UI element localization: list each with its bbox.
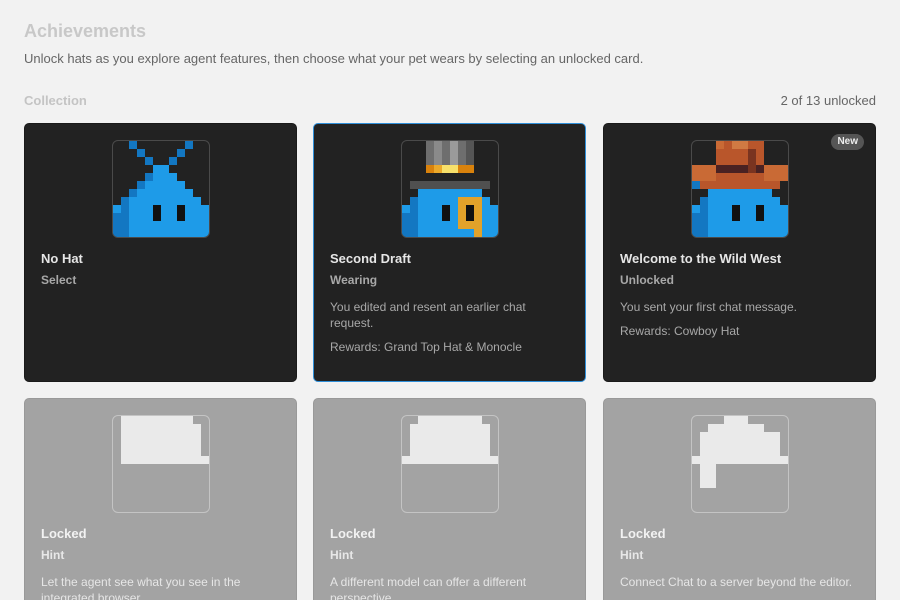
page-subtitle: Unlock hats as you explore agent feature…: [24, 51, 644, 66]
card-title: Locked: [41, 526, 87, 541]
card-reward: Rewards: Cowboy Hat: [620, 324, 740, 338]
card-status: Hint: [330, 548, 354, 562]
card-status: Hint: [620, 548, 644, 562]
card-status: Select: [41, 273, 77, 287]
locked-hat-silhouette-icon: [692, 416, 788, 488]
achievement-card-no-hat[interactable]: No Hat Select: [24, 123, 297, 382]
achievement-card-locked: Locked Hint A different model can offer …: [313, 398, 586, 600]
achievement-card-locked: Locked Hint Let the agent see what you s…: [24, 398, 297, 600]
card-status: Hint: [41, 548, 65, 562]
card-reward: Rewards: Grand Top Hat & Monocle: [330, 340, 522, 354]
locked-avatar: [401, 415, 499, 513]
pet-avatar: [691, 140, 789, 238]
pet-avatar: [112, 140, 210, 238]
card-description: You sent your first chat message.: [620, 300, 797, 314]
new-badge: New: [831, 134, 864, 150]
locked-avatar: [691, 415, 789, 513]
achievement-card-wild-west[interactable]: New Welcome to the Wild West Unlocked Yo…: [603, 123, 876, 382]
achievement-card-locked: Locked Hint Connect Chat to a server bey…: [603, 398, 876, 600]
card-title: Second Draft: [330, 251, 411, 266]
collection-label: Collection: [24, 93, 87, 108]
locked-hat-silhouette-icon: [121, 416, 209, 464]
pet-avatar: [401, 140, 499, 238]
card-title: No Hat: [41, 251, 83, 266]
card-hint: Let the agent see what you see in the in…: [41, 575, 241, 600]
unlock-count: 2 of 13 unlocked: [780, 93, 876, 108]
card-hint: Connect Chat to a server beyond the edit…: [620, 575, 853, 589]
card-description: You edited and resent an earlier chat re…: [330, 300, 526, 330]
card-title: Locked: [620, 526, 666, 541]
card-title: Locked: [330, 526, 376, 541]
locked-hat-silhouette-icon: [402, 416, 498, 464]
card-status: Unlocked: [620, 273, 675, 287]
card-status: Wearing: [330, 273, 378, 287]
locked-avatar: [112, 415, 210, 513]
achievement-card-second-draft[interactable]: Second Draft Wearing You edited and rese…: [313, 123, 586, 382]
page-title: Achievements: [24, 21, 147, 41]
card-title: Welcome to the Wild West: [620, 251, 782, 266]
top-hat-monocle-icon: [402, 141, 498, 237]
card-hint: A different model can offer a different …: [330, 575, 527, 600]
no-hat-icon: [113, 141, 209, 237]
cowboy-hat-icon: [692, 141, 788, 237]
